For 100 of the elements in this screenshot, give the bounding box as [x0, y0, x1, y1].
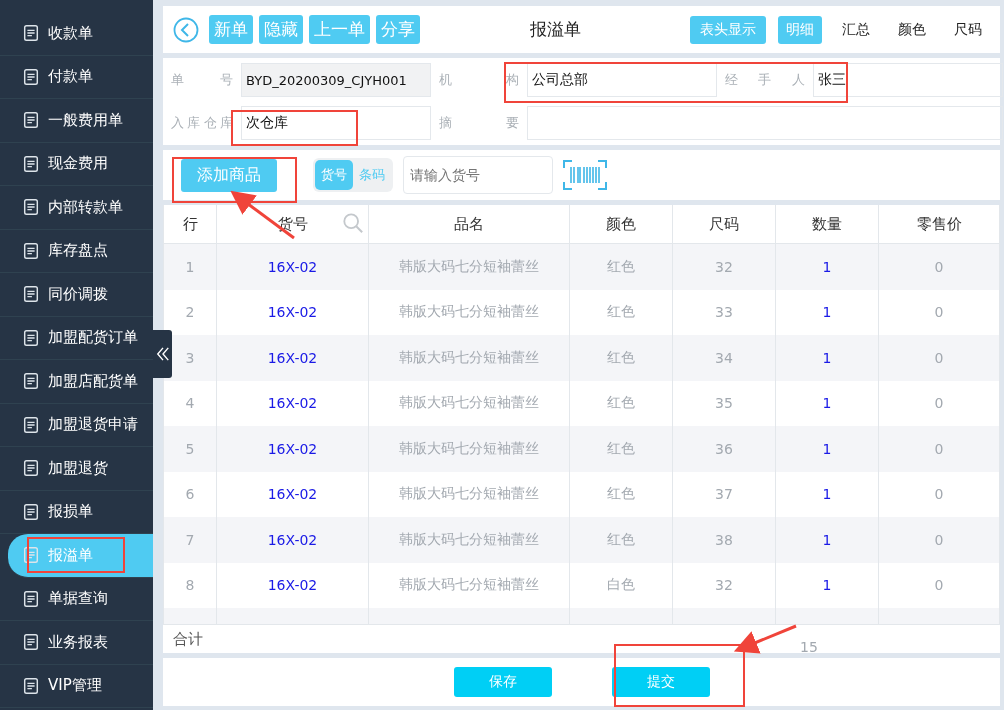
table-cell: 1 [822, 486, 832, 503]
document-icon [22, 676, 40, 695]
table-cell: 红色 [607, 530, 635, 547]
table-cell: 韩版大码七分短袖蕾丝 [399, 394, 539, 411]
table-cell: 1 [822, 258, 832, 275]
table-cell: 1 [822, 440, 832, 457]
table-cell: 16X-02 [267, 349, 318, 366]
table-cell: 32 [715, 258, 733, 275]
table-cell: 7 [185, 531, 195, 548]
table-cell: 35 [715, 395, 733, 412]
table-cell: 韩版大码七分短袖蕾丝 [399, 485, 539, 502]
field-label: 单 号 [171, 71, 233, 89]
input-field[interactable] [527, 106, 1003, 140]
table-cell: 红色 [607, 257, 635, 274]
page-title: 报溢单 [528, 18, 582, 41]
field-label: 摘 要 [439, 114, 519, 132]
total-label: 合计 [173, 629, 203, 649]
table-cell: 0 [934, 486, 944, 503]
table-cell: 1 [822, 395, 832, 412]
table-cell: 0 [934, 349, 944, 366]
table-cell: 0 [934, 258, 944, 275]
column-header: 行 [182, 214, 198, 233]
double-chevron-icon [155, 344, 170, 364]
sidebar-item[interactable]: 一般费用单 [0, 99, 153, 143]
document-icon [22, 459, 40, 478]
barcode-scan-icon[interactable] [563, 160, 607, 190]
column-header: 颜色 [606, 214, 636, 233]
view-tab[interactable]: 尺码 [946, 15, 990, 44]
view-tab[interactable]: 汇总 [834, 15, 878, 44]
column-header: 零售价 [916, 214, 962, 233]
search-field[interactable]: 请输入货号 [403, 156, 553, 194]
table-cell: 韩版大码七分短袖蕾丝 [399, 303, 539, 320]
document-icon [22, 502, 40, 521]
table-cell: 韩版大码七分短袖蕾丝 [399, 439, 539, 456]
table-cell: 韩版大码七分短袖蕾丝 [399, 257, 539, 274]
table-cell: 36 [715, 440, 733, 457]
table-cell: 韩版大码七分短袖蕾丝 [399, 576, 539, 593]
table-cell: 0 [934, 577, 944, 594]
sidebar-item[interactable]: VIP管理 [0, 664, 153, 708]
column-header: 数量 [812, 214, 842, 233]
table-cell: 红色 [607, 348, 635, 365]
input-field[interactable]: 张三 [813, 63, 1003, 97]
table-cell: 3 [185, 349, 195, 366]
document-icon [22, 241, 40, 260]
table-cell: 16X-02 [267, 577, 318, 594]
input-field[interactable]: BYD_20200309_CJYH001 [241, 63, 431, 97]
sidebar-item[interactable]: 业务报表 [0, 621, 153, 665]
table-cell: 1 [185, 258, 195, 275]
document-icon [22, 328, 40, 347]
document-icon [22, 633, 40, 652]
table-cell: 红色 [607, 485, 635, 502]
sidebar-item[interactable]: 加盟退货 [0, 447, 153, 491]
table-cell: 红色 [607, 394, 635, 411]
sidebar-item[interactable]: 库存盘点 [0, 229, 153, 273]
field-label: 经 手 人 [725, 71, 805, 89]
document-icon [22, 372, 40, 391]
column-header: 尺码 [709, 214, 739, 233]
table-cell: 1 [822, 531, 832, 548]
table-cell: 0 [934, 440, 944, 457]
document-icon [22, 285, 40, 304]
document-icon [22, 24, 40, 43]
sidebar-item[interactable]: 加盟退货申请 [0, 403, 153, 447]
sidebar-item[interactable]: 单据查询 [0, 577, 153, 621]
table-cell: 33 [715, 304, 733, 321]
table-cell: 0 [934, 395, 944, 412]
column-header: 品名 [454, 214, 484, 233]
search-icon[interactable] [342, 212, 364, 234]
document-icon [22, 111, 40, 130]
field-label: 机 构 [439, 71, 519, 89]
table-cell: 16X-02 [267, 531, 318, 548]
table-cell: 白色 [607, 576, 635, 593]
table-cell: 16X-02 [267, 304, 318, 321]
table-cell: 38 [715, 531, 733, 548]
view-tab[interactable]: 颜色 [890, 15, 934, 44]
back-icon[interactable] [173, 16, 199, 43]
document-icon [22, 67, 40, 86]
table-cell: 红色 [607, 439, 635, 456]
input-field[interactable]: 公司总部 [527, 63, 717, 97]
table-cell: 1 [822, 304, 832, 321]
table-cell: 0 [934, 531, 944, 548]
collapse-handle[interactable] [153, 330, 172, 378]
input-field[interactable]: 次仓库 [241, 106, 431, 140]
sidebar-item[interactable]: 加盟店配货单 [0, 360, 153, 404]
document-icon [22, 546, 40, 565]
sidebar-item[interactable]: 同价调拨 [0, 273, 153, 317]
table-cell: 6 [185, 486, 195, 503]
sidebar-item[interactable]: 收款单 [0, 12, 153, 56]
sidebar-item[interactable]: 付款单 [0, 55, 153, 99]
sidebar-item[interactable]: 现金费用 [0, 142, 153, 186]
table-cell: 1 [822, 577, 832, 594]
table-cell: 4 [185, 395, 195, 412]
table-cell: 韩版大码七分短袖蕾丝 [399, 348, 539, 365]
table-cell: 16X-02 [267, 440, 318, 457]
table-cell: 韩版大码七分短袖蕾丝 [399, 530, 539, 547]
sidebar-item[interactable]: 内部转款单 [0, 186, 153, 230]
table-cell: 5 [185, 440, 195, 457]
table-cell: 2 [185, 304, 195, 321]
document-icon [22, 198, 40, 217]
document-icon [22, 589, 40, 608]
document-icon [22, 415, 40, 434]
